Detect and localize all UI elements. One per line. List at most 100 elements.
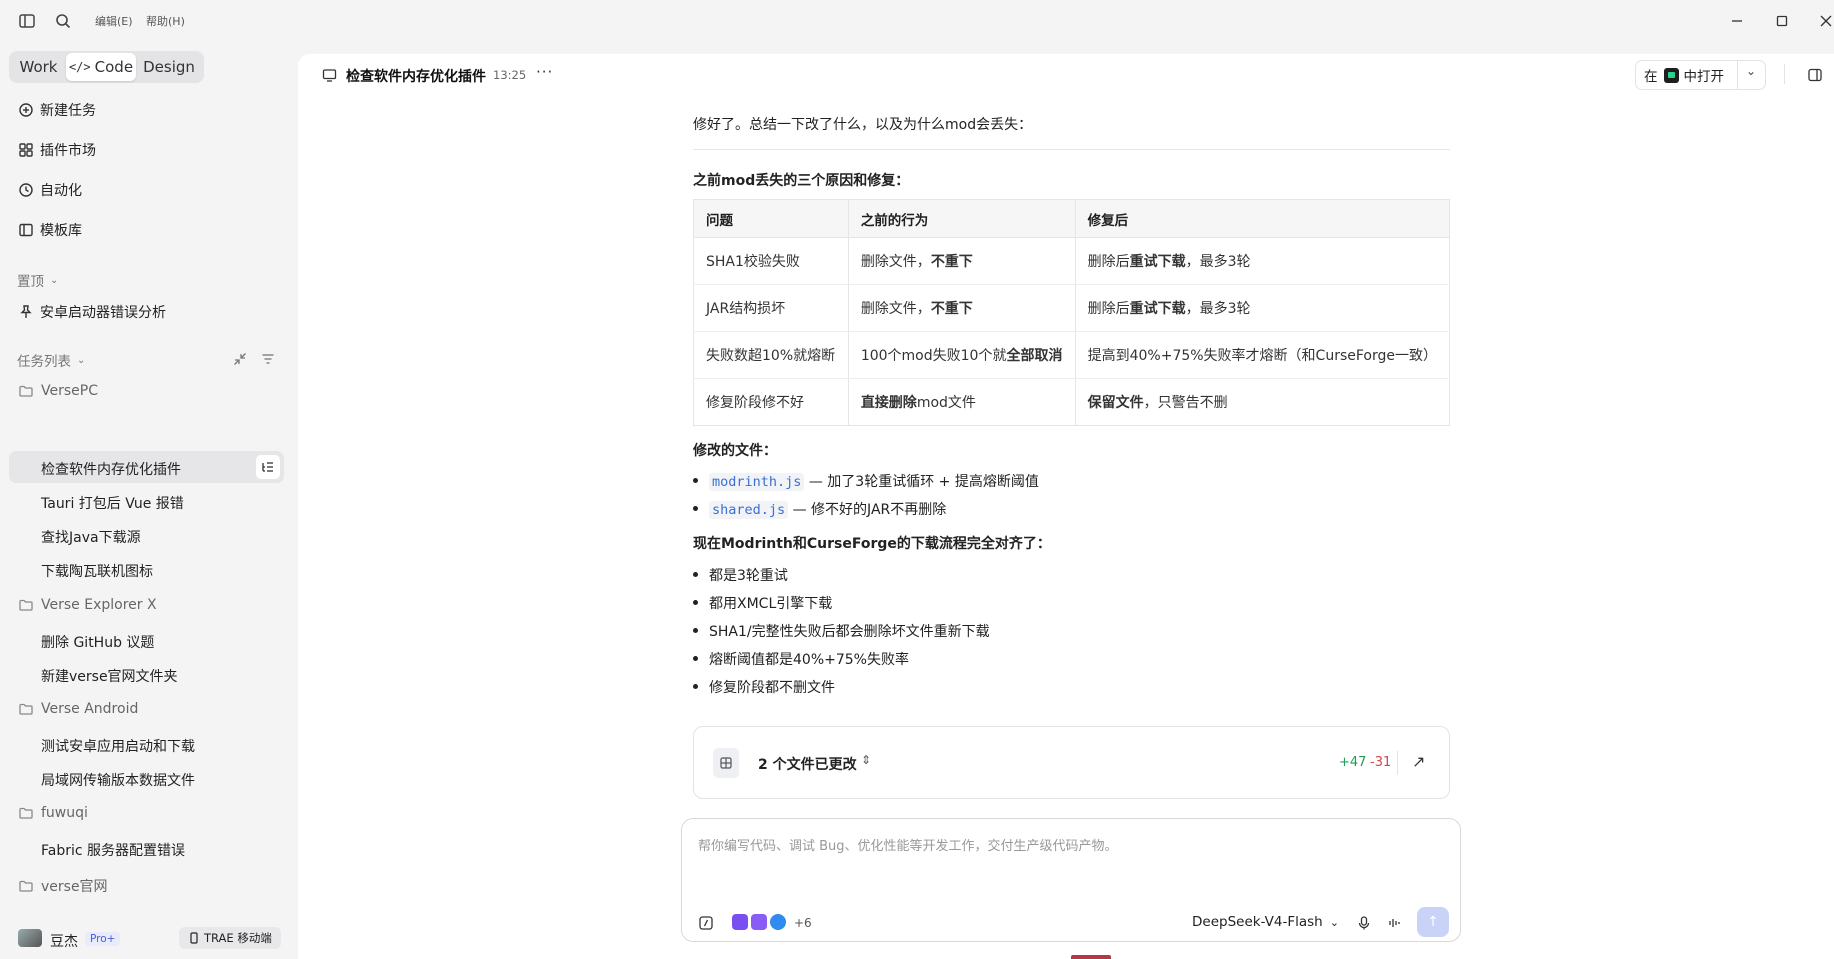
task-item[interactable]: 查找Java下载源 <box>41 527 141 547</box>
pinned-section-toggle[interactable]: 置顶 ⌄ <box>17 270 58 290</box>
cell-after: 提高到40%+75%失败率才熔断（和CurseForge一致） <box>1075 331 1450 379</box>
nav-templates-label: 模板库 <box>40 223 82 239</box>
task-item[interactable]: 检查软件内存优化插件 <box>41 459 181 479</box>
nav-new-task[interactable]: 新建任务 <box>18 98 96 122</box>
nav-automation-label: 自动化 <box>40 183 82 199</box>
divider <box>693 149 1450 150</box>
microphone-icon[interactable] <box>1356 915 1372 931</box>
mode-work-button[interactable]: Work <box>11 53 66 81</box>
avatar[interactable] <box>18 929 42 947</box>
task-item[interactable]: Tauri 打包后 Vue 报错 <box>41 493 184 513</box>
attachments-group[interactable] <box>732 914 786 930</box>
list-tree-icon <box>262 462 273 472</box>
sidebar-toggle-icon[interactable] <box>18 12 36 30</box>
folder-verse-android[interactable]: Verse Android <box>18 701 138 717</box>
model-selector[interactable]: DeepSeek-V4-Flash ⌄ <box>1192 914 1339 930</box>
nav-templates[interactable]: 模板库 <box>18 218 82 242</box>
user-name[interactable]: 豆杰 <box>50 931 78 951</box>
task-item[interactable]: 局域网传输版本数据文件 <box>41 770 195 790</box>
mode-switch: Work </> Code Design <box>9 51 204 83</box>
cell-before: 直接删除mod文件 <box>848 378 1076 426</box>
cell-after: 删除后重试下载，最多3轮 <box>1075 284 1450 332</box>
open-in-app-button[interactable]: 在 中打开 ⌄ <box>1635 60 1766 90</box>
scroll-indicator <box>1071 955 1111 959</box>
composer: 帮你编写代码、调试 Bug、优化性能等开发工作，交付生产级代码产物。 +6 De… <box>681 818 1461 942</box>
folder-fuwuqi[interactable]: fuwuqi <box>18 805 88 821</box>
plan-badge: Pro+ <box>85 932 121 946</box>
nav-automation[interactable]: 自动化 <box>18 178 82 202</box>
nav-plugin-market-label: 插件市场 <box>40 143 96 159</box>
cell-before: 删除文件，不重下 <box>848 284 1076 332</box>
expand-icon[interactable]: ⇕ <box>861 753 871 767</box>
model-name: DeepSeek-V4-Flash <box>1192 914 1323 930</box>
task-item[interactable]: 新建verse官网文件夹 <box>41 666 178 686</box>
folder-label: verse官网 <box>41 879 108 895</box>
file-code[interactable]: modrinth.js <box>709 473 805 491</box>
task-item[interactable]: 下载陶瓦联机图标 <box>41 561 153 581</box>
folder-verse-explorer-x[interactable]: Verse Explorer X <box>18 597 157 613</box>
send-button[interactable]: ↑ <box>1417 907 1449 937</box>
folder-icon <box>19 807 33 819</box>
chevron-down-icon[interactable]: ⌄ <box>1746 64 1756 78</box>
file-code[interactable]: shared.js <box>709 501 789 519</box>
arrow-up-icon: ↑ <box>1427 914 1439 930</box>
table-header: 修复后 <box>1075 199 1450 238</box>
clock-icon <box>19 183 33 197</box>
nav-plugin-market[interactable]: 插件市场 <box>18 138 96 162</box>
pinned-title: 置顶 <box>17 274 44 290</box>
mode-code-button[interactable]: </> Code <box>66 53 136 81</box>
list-item: 都是3轮重试 <box>693 565 788 585</box>
pinned-item[interactable]: 安卓启动器错误分析 <box>18 300 166 324</box>
mobile-app-button[interactable]: TRAE 移动端 <box>179 927 281 949</box>
task-item[interactable]: Fabric 服务器配置错误 <box>41 840 185 860</box>
folder-label: fuwuqi <box>41 805 88 821</box>
task-list-toggle[interactable]: 任务列表 ⌄ <box>17 350 85 370</box>
close-icon[interactable] <box>1815 10 1834 32</box>
list-item: modrinth.js — 加了3轮重试循环 + 提高熔断阈值 <box>693 471 1039 491</box>
menu-edit[interactable]: 编辑(E) <box>95 13 133 29</box>
message-intro: 修好了。总结一下改了什么，以及为什么mod会丢失： <box>693 117 1033 133</box>
task-item[interactable]: 测试安卓应用启动和下载 <box>41 736 195 756</box>
table-row: SHA1校验失败 删除文件，不重下 删除后重试下载，最多3轮 <box>693 237 1450 285</box>
web-tool-icon <box>770 914 786 930</box>
menu-help[interactable]: 帮助(H) <box>146 13 185 29</box>
folder-label: Verse Explorer X <box>41 597 157 613</box>
folder-icon <box>19 385 33 397</box>
table-header-row: 问题 之前的行为 修复后 <box>693 199 1450 238</box>
folder-verse-site[interactable]: verse官网 <box>18 876 108 896</box>
cell-problem: SHA1校验失败 <box>693 237 849 285</box>
mode-design-button[interactable]: Design <box>136 53 202 81</box>
plugin-market-icon <box>19 143 33 157</box>
cell-problem: JAR结构损坏 <box>693 284 849 332</box>
folder-label: Verse Android <box>41 701 139 717</box>
chevron-down-icon: ⌄ <box>77 354 86 366</box>
collapse-icon[interactable] <box>233 352 247 366</box>
folder-versepc[interactable]: VersePC <box>18 383 98 399</box>
file-diff-icon <box>713 748 739 778</box>
chevron-down-icon: ⌄ <box>50 274 59 286</box>
prompt-input[interactable]: 帮你编写代码、调试 Bug、优化性能等开发工作，交付生产级代码产物。 <box>698 835 1118 854</box>
voice-wave-icon[interactable] <box>1387 915 1403 931</box>
more-options-icon[interactable]: ··· <box>536 63 553 81</box>
folder-icon <box>19 599 33 611</box>
mobile-app-label: TRAE 移动端 <box>204 931 272 945</box>
open-external-icon[interactable]: ↗ <box>1412 752 1425 771</box>
slash-command-icon[interactable] <box>698 915 714 931</box>
filter-icon[interactable] <box>261 352 275 366</box>
changed-files-card[interactable]: 2 个文件已更改 ⇕ +47 -31 ↗ <box>693 726 1450 799</box>
panel-toggle-icon[interactable] <box>1807 67 1823 83</box>
template-icon <box>19 223 33 237</box>
more-tools-count[interactable]: +6 <box>794 916 812 930</box>
heading-files: 修改的文件： <box>693 443 777 459</box>
table-row: 修复阶段修不好 直接删除mod文件 保留文件，只警告不删 <box>693 378 1450 426</box>
chevron-down-icon: ⌄ <box>1329 915 1339 929</box>
search-icon[interactable] <box>54 12 72 30</box>
task-item[interactable]: 删除 GitHub 议题 <box>41 632 154 652</box>
cell-before: 100个mod失败10个就全部取消 <box>848 331 1076 379</box>
maximize-icon[interactable] <box>1771 10 1793 32</box>
pinned-item-label: 安卓启动器错误分析 <box>40 305 166 321</box>
task-detail-button[interactable] <box>256 455 280 479</box>
phone-icon <box>190 932 198 944</box>
minimize-icon[interactable] <box>1726 10 1748 32</box>
cell-after: 保留文件，只警告不删 <box>1087 395 1228 411</box>
